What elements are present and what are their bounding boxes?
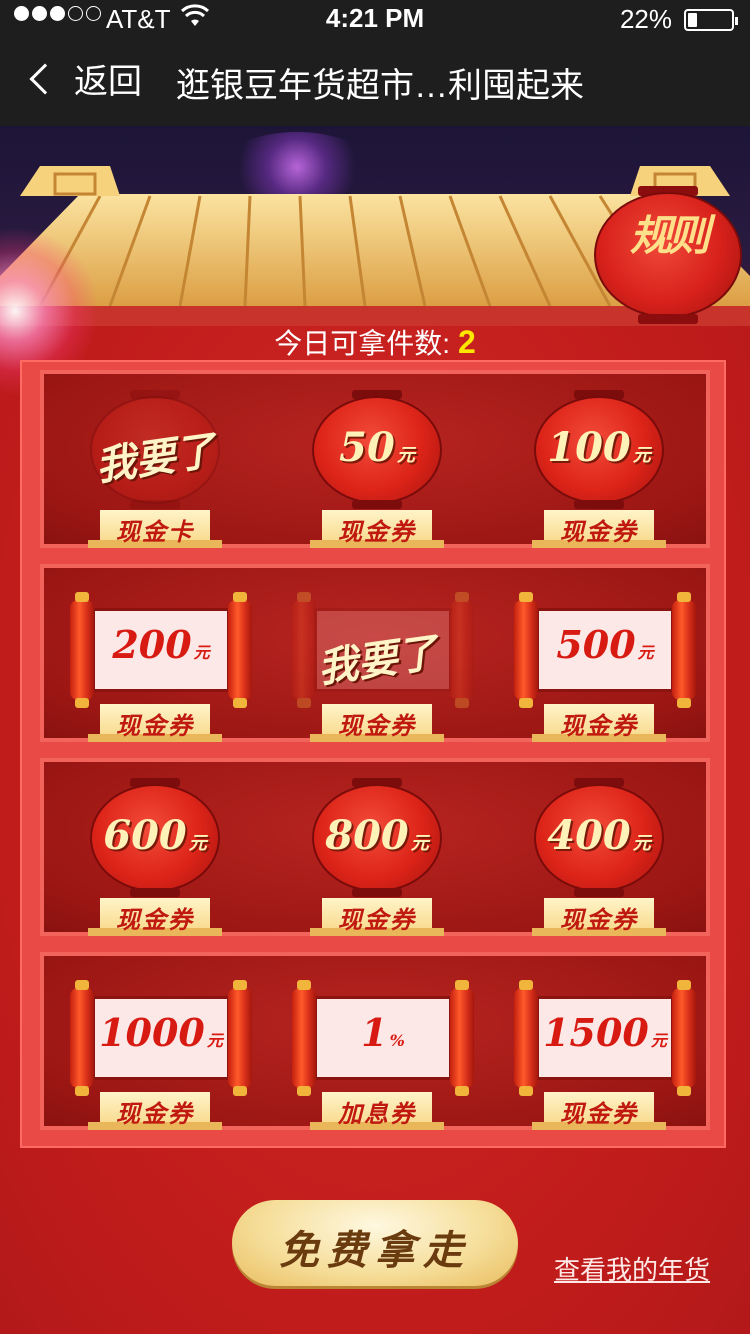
prize-name-plate: 现金券 — [310, 704, 444, 742]
scroll-icon: 1000 元 — [70, 980, 252, 1096]
prize-item[interactable]: 500 元现金券 — [488, 568, 710, 746]
prize-name-plate: 现金券 — [532, 1092, 666, 1130]
take-for-free-button[interactable]: 免费拿走 — [232, 1200, 518, 1286]
lantern-icon: 400 元 — [534, 778, 664, 897]
prize-name-plate: 现金券 — [310, 510, 444, 548]
counter-label: 今日可拿件数: — [274, 328, 450, 359]
prize-name-plate: 现金券 — [532, 704, 666, 742]
scroll-icon: 1% — [292, 980, 474, 1096]
prize-name-plate: 现金券 — [88, 704, 222, 742]
prize-name: 现金券 — [560, 905, 638, 934]
status-bar: AT&T 4:21 PM 22% — [0, 0, 750, 40]
prize-name-plate: 加息券 — [310, 1092, 444, 1130]
prize-item[interactable]: 1% 加息券 — [266, 956, 488, 1134]
prize-shelf: 我要了 现金卡 50 元现金券 100 元现金券 200 元现金券 我要了 现金券 500 元现金券 6… — [20, 360, 726, 1148]
prize-name: 现金券 — [338, 905, 416, 934]
prize-name: 现金券 — [560, 517, 638, 546]
prize-amount: 1% — [361, 1010, 405, 1055]
lantern-icon: 50 元 — [312, 390, 442, 509]
prize-item: 我要了 现金卡 — [44, 374, 266, 552]
chevron-left-icon — [29, 62, 61, 95]
prize-item[interactable]: 1500 元现金券 — [488, 956, 710, 1134]
page-title: 逛银豆年货超市…利囤起来 — [176, 67, 584, 105]
prize-item: 我要了 现金券 — [266, 568, 488, 746]
prize-amount: 600 元 — [103, 812, 207, 859]
prize-item[interactable]: 800 元现金券 — [266, 762, 488, 940]
prize-amount: 800 元 — [325, 812, 429, 859]
shelf-row: 1000 元现金券 1% 加息券 1500 元现金券 — [40, 952, 710, 1130]
shelf-row: 我要了 现金卡 50 元现金券 100 元现金券 — [40, 370, 710, 548]
daily-pick-counter: 今日可拿件数: 2 — [0, 322, 750, 362]
prize-amount: 50 元 — [339, 424, 415, 471]
lantern-icon: 800 元 — [312, 778, 442, 897]
prize-item[interactable]: 1000 元现金券 — [44, 956, 266, 1134]
prize-name: 现金券 — [116, 905, 194, 934]
prize-amount: 100 元 — [547, 424, 651, 471]
prize-name-plate: 现金卡 — [88, 510, 222, 548]
back-label: 返回 — [74, 63, 142, 101]
scroll-icon: 1500 元 — [514, 980, 696, 1096]
view-my-goods-link[interactable]: 查看我的年货 — [554, 1250, 710, 1287]
prize-item[interactable]: 600 元现金券 — [44, 762, 266, 940]
prize-item[interactable]: 400 元现金券 — [488, 762, 710, 940]
prize-name: 现金卡 — [116, 517, 194, 546]
take-button-label: 免费拿走 — [279, 1227, 471, 1274]
prize-name-plate: 现金券 — [88, 1092, 222, 1130]
scroll-icon: 500 元 — [514, 592, 696, 708]
prize-name: 现金券 — [338, 711, 416, 740]
prize-amount: 1500 元 — [543, 1010, 667, 1055]
prize-name: 现金券 — [560, 1099, 638, 1128]
prize-item[interactable]: 50 元现金券 — [266, 374, 488, 552]
prize-amount: 500 元 — [556, 622, 654, 667]
counter-value: 2 — [457, 324, 476, 360]
prize-name: 加息券 — [338, 1099, 416, 1128]
battery-icon — [684, 9, 738, 31]
prize-item[interactable]: 200 元现金券 — [44, 568, 266, 746]
back-button[interactable]: 返回 — [22, 54, 142, 103]
prize-amount: 1000 元 — [99, 1010, 223, 1055]
prize-amount: 200 元 — [112, 622, 210, 667]
shelf-row: 600 元现金券 800 元现金券 400 元现金券 — [40, 758, 710, 936]
rules-label: 规则 — [629, 211, 710, 260]
battery-percent: 22% — [619, 4, 672, 34]
rules-button[interactable]: 规则 — [594, 186, 742, 324]
prize-name: 现金券 — [560, 711, 638, 740]
prize-name-plate: 现金券 — [310, 898, 444, 936]
prize-name: 现金券 — [116, 711, 194, 740]
prize-name-plate: 现金券 — [532, 510, 666, 548]
prize-name-plate: 现金券 — [88, 898, 222, 936]
prize-name-plate: 现金券 — [532, 898, 666, 936]
event-page: 规则 今日可拿件数: 2 我要了 现金卡 50 元现金券 100 元现金券 200 元现金券 我要… — [0, 126, 750, 1334]
prize-name: 现金券 — [338, 517, 416, 546]
lantern-icon: 100 元 — [534, 390, 664, 509]
shelf-row: 200 元现金券 我要了 现金券 500 元现金券 — [40, 564, 710, 742]
scroll-icon: 200 元 — [70, 592, 252, 708]
nav-bar: 返回 逛银豆年货超市…利囤起来 — [0, 40, 750, 126]
lantern-icon: 600 元 — [90, 778, 220, 897]
prize-name: 现金券 — [116, 1099, 194, 1128]
prize-amount: 400 元 — [547, 812, 651, 859]
prize-item[interactable]: 100 元现金券 — [488, 374, 710, 552]
